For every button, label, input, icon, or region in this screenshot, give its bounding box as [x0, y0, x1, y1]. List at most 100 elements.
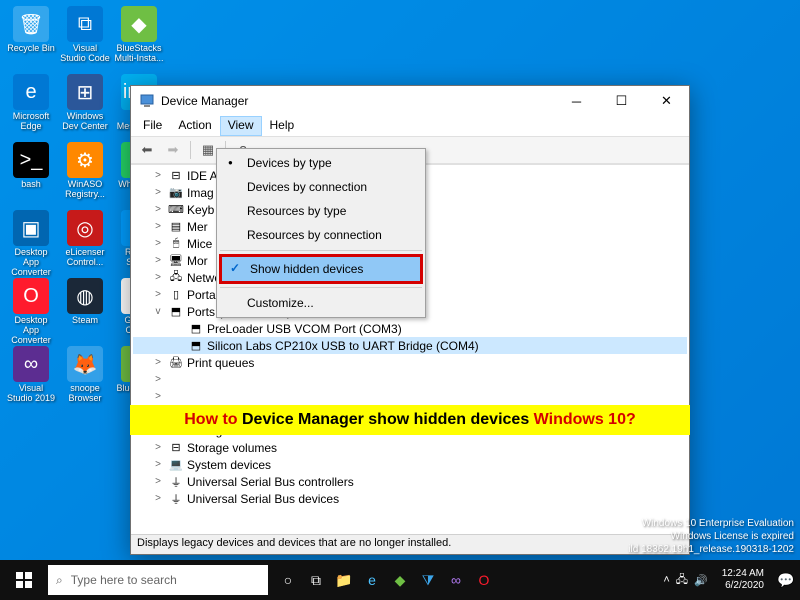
desktop-icon-microsoft-edge[interactable]: eMicrosoft Edge — [6, 74, 56, 132]
app-icon: O — [13, 278, 49, 314]
tree-node[interactable]: >⏚Universal Serial Bus devices — [133, 490, 687, 507]
expand-icon[interactable]: > — [151, 204, 165, 215]
menubar: FileActionViewHelp — [131, 116, 689, 136]
activation-watermark: Windows 10 Enterprise Evaluation Windows… — [628, 517, 794, 556]
expand-icon[interactable]: > — [151, 289, 165, 300]
vscode-taskbar-icon[interactable]: ⧩ — [414, 560, 442, 600]
icon-label: Recycle Bin — [6, 44, 56, 54]
expand-icon[interactable]: v — [151, 306, 165, 317]
back-button[interactable]: ⬅ — [135, 139, 159, 161]
expand-icon[interactable]: > — [151, 493, 165, 504]
expand-icon[interactable]: > — [151, 170, 165, 181]
opera-taskbar-icon[interactable]: O — [470, 560, 498, 600]
icon-label: Microsoft Edge — [6, 112, 56, 132]
device-icon: ⏚ — [168, 491, 184, 507]
menu-item-resources-by-type[interactable]: Resources by type — [219, 199, 423, 223]
tree-node[interactable]: >⏚Universal Serial Bus controllers — [133, 473, 687, 490]
desktop-icon-desktop-app-converter[interactable]: ODesktop App Converter — [6, 278, 56, 346]
expand-icon[interactable]: > — [151, 374, 165, 385]
device-icon: ⬒ — [188, 338, 204, 354]
expand-icon[interactable]: > — [151, 221, 165, 232]
tree-node[interactable]: ⬒Silicon Labs CP210x USB to UART Bridge … — [133, 337, 687, 354]
taskbar-clock[interactable]: 12:24 AM 6/2/2020 — [714, 568, 772, 592]
desktop-icon-visual-studio-2019[interactable]: ∞Visual Studio 2019 — [6, 346, 56, 404]
device-icon: 🖥 — [168, 253, 184, 269]
icon-label: Windows Dev Center — [60, 112, 110, 132]
device-icon: ⊟ — [168, 168, 184, 184]
menu-item-show-hidden-devices[interactable]: Show hidden devices — [219, 254, 423, 284]
app-icon: e — [13, 74, 49, 110]
caption-banner: How to Device Manager show hidden device… — [130, 405, 690, 435]
statusbar: Displays legacy devices and devices that… — [131, 534, 689, 554]
node-label: Imag — [187, 186, 214, 200]
device-icon: ⏚ — [168, 474, 184, 490]
desktop-icon-windows-dev-center[interactable]: ⊞Windows Dev Center — [60, 74, 110, 132]
maximize-button[interactable]: ☐ — [599, 86, 644, 116]
node-label: Storage volumes — [187, 441, 277, 455]
tree-node[interactable]: ⬒PreLoader USB VCOM Port (COM3) — [133, 320, 687, 337]
device-icon: ⌨ — [168, 202, 184, 218]
app-icon: 🗑 — [13, 6, 49, 42]
menu-item-resources-by-connection[interactable]: Resources by connection — [219, 223, 423, 247]
tray-chevron-icon[interactable]: ˄ — [663, 574, 669, 586]
menu-item-devices-by-connection[interactable]: Devices by connection — [219, 175, 423, 199]
tree-node[interactable]: > — [133, 371, 687, 388]
bluestacks-taskbar-icon[interactable]: ◆ — [386, 560, 414, 600]
desktop-icon-bluestacks-multi-insta-[interactable]: ◆BlueStacks Multi-Insta... — [114, 6, 164, 64]
system-tray[interactable]: ˄ 🖧 🔊 — [657, 571, 713, 590]
tree-node[interactable]: >💻System devices — [133, 456, 687, 473]
tray-network-icon[interactable]: 🖧 — [676, 571, 688, 590]
desktop-icon-steam[interactable]: ◍Steam — [60, 278, 110, 326]
start-button[interactable] — [0, 560, 48, 600]
taskbar-search[interactable]: ⌕ Type here to search — [48, 565, 268, 595]
desktop-icon-winaso-registry-[interactable]: ⚙WinASO Registry... — [60, 142, 110, 200]
tree-node[interactable]: >🖨Print queues — [133, 354, 687, 371]
desktop-icon-elicenser-control-[interactable]: ◎eLicenser Control... — [60, 210, 110, 268]
device-icon: 🖧 — [168, 270, 184, 286]
menu-item-customize-[interactable]: Customize... — [219, 291, 423, 315]
node-label: System devices — [187, 458, 271, 472]
desktop-icon-visual-studio-code[interactable]: ⧉Visual Studio Code — [60, 6, 110, 64]
menu-item-devices-by-type[interactable]: Devices by type — [219, 151, 423, 175]
menu-file[interactable]: File — [135, 116, 170, 136]
forward-button[interactable]: ➡ — [161, 139, 185, 161]
expand-icon[interactable]: > — [151, 391, 165, 402]
expand-icon[interactable]: > — [151, 357, 165, 368]
icon-label: eLicenser Control... — [60, 248, 110, 268]
device-icon: ⊟ — [168, 440, 184, 456]
expand-icon[interactable]: > — [151, 442, 165, 453]
titlebar[interactable]: Device Manager ─ ☐ ✕ — [131, 86, 689, 116]
search-icon: ⌕ — [56, 573, 63, 588]
action-center-icon[interactable]: 💬 — [772, 560, 800, 600]
desktop-icon-recycle-bin[interactable]: 🗑 Recycle Bin — [6, 6, 56, 54]
expand-icon[interactable]: > — [151, 187, 165, 198]
app-icon: ◆ — [121, 6, 157, 42]
desktop-icon-desktop-app-converter[interactable]: ▣Desktop App Converter — [6, 210, 56, 278]
tray-volume-icon[interactable]: 🔊 — [694, 574, 708, 587]
cortana-icon[interactable]: ○ — [274, 560, 302, 600]
menu-action[interactable]: Action — [170, 116, 219, 136]
app-icon: ⊞ — [67, 74, 103, 110]
edge-taskbar-icon[interactable]: e — [358, 560, 386, 600]
device-icon: 📷 — [168, 185, 184, 201]
node-label: Universal Serial Bus devices — [187, 492, 339, 506]
explorer-icon[interactable]: 📁 — [330, 560, 358, 600]
minimize-button[interactable]: ─ — [554, 86, 599, 116]
icon-label: Visual Studio 2019 — [6, 384, 56, 404]
task-view-icon[interactable]: ⧉ — [302, 560, 330, 600]
menu-help[interactable]: Help — [262, 116, 303, 136]
device-icon: 🖱 — [168, 236, 184, 252]
expand-icon[interactable]: > — [151, 272, 165, 283]
menu-view[interactable]: View — [220, 116, 262, 136]
expand-icon[interactable]: > — [151, 255, 165, 266]
expand-icon[interactable]: > — [151, 459, 165, 470]
tree-node[interactable]: >⊟Storage volumes — [133, 439, 687, 456]
desktop-icon-bash[interactable]: >_bash — [6, 142, 56, 190]
device-icon: 🖨 — [168, 355, 184, 371]
expand-icon[interactable]: > — [151, 238, 165, 249]
close-button[interactable]: ✕ — [644, 86, 689, 116]
vs-taskbar-icon[interactable]: ∞ — [442, 560, 470, 600]
expand-icon[interactable]: > — [151, 476, 165, 487]
desktop-icon-snoope-browser[interactable]: 🦊snoope Browser — [60, 346, 110, 404]
tree-node[interactable]: > — [133, 388, 687, 405]
